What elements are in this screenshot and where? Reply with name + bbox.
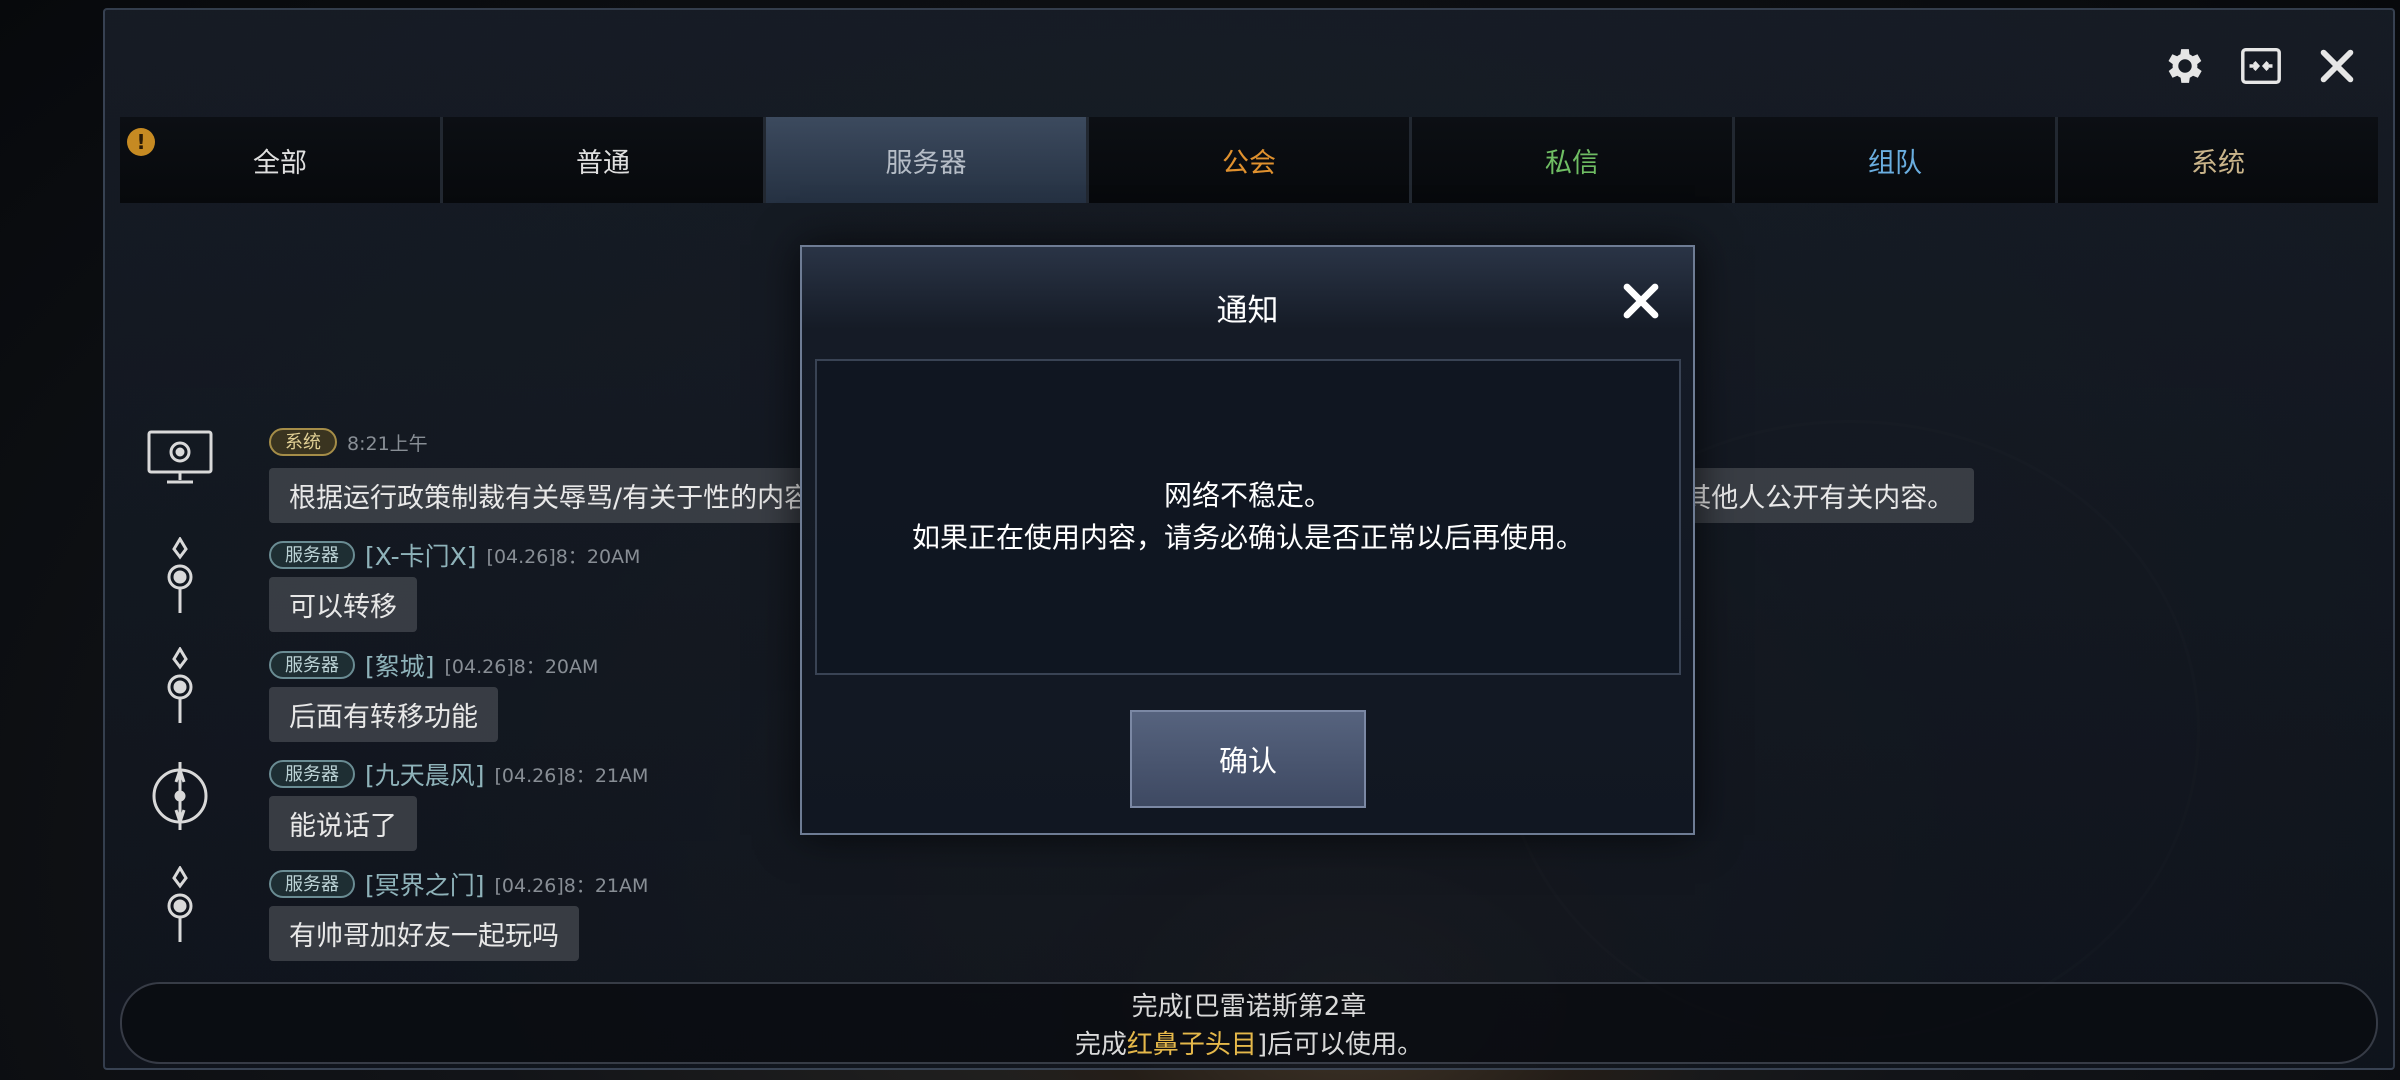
game-screen: 全部 普通 服务器 公会 私信 组队 系统 ! 系统 8:21上午 根据运行政策… [0,0,2400,1080]
system-badge: 系统 [269,428,337,456]
notice-prefix: 完成 [1074,1030,1127,1060]
close-icon[interactable] [2311,40,2363,92]
notice-suffix: ]后可以使用。 [1256,1030,1424,1060]
emblem-icon [145,646,215,727]
dialog-message-line-1: 网络不稳定。 [1163,479,1332,512]
tab-guild[interactable]: 公会 [1089,117,1412,203]
dialog-message-line-2: 如果正在使用内容，请务必确认是否正常以后再使用。 [911,521,1584,554]
message-text: 可以转移 [269,577,417,632]
tab-all[interactable]: 全部 [120,117,443,203]
alert-badge: ! [127,128,155,156]
monitor-icon [145,428,215,508]
emblem-icon [145,536,215,617]
notification-dialog: 通知 网络不稳定。 如果正在使用内容，请务必确认是否正常以后再使用。 确认 [800,245,1695,835]
sender-name[interactable]: [絮城] [365,647,435,683]
notice-line-2: 完成红鼻子头目]后可以使用。 [122,1026,2376,1064]
chat-input-locked-notice: 完成[巴雷诺斯第2章 完成红鼻子头目]后可以使用。 [120,982,2378,1064]
tab-server[interactable]: 服务器 [766,117,1089,203]
dialog-body: 网络不稳定。 如果正在使用内容，请务必确认是否正常以后再使用。 [815,359,1681,675]
collapse-icon[interactable] [2235,40,2287,92]
sender-name[interactable]: [冥界之门] [365,866,485,902]
message-text: 能说话了 [269,796,417,851]
confirm-button[interactable]: 确认 [1130,710,1366,808]
tab-private[interactable]: 私信 [1412,117,1735,203]
tab-normal[interactable]: 普通 [443,117,766,203]
server-badge: 服务器 [269,651,355,679]
sender-name[interactable]: [X-卡门X] [365,537,477,573]
message-time: [04.26]8：20AM [444,655,599,678]
message-text: 后面有转移功能 [269,687,498,742]
message-time: 8:21上午 [347,432,428,455]
message-time: [04.26]8：20AM [486,545,641,568]
channel-tabs: 全部 普通 服务器 公会 私信 组队 系统 [120,117,2378,203]
gear-icon[interactable] [2159,40,2211,92]
dialog-close-icon[interactable] [1617,277,1665,325]
server-badge: 服务器 [269,870,355,898]
notice-line-1: 完成[巴雷诺斯第2章 [1131,992,1367,1022]
notice-highlight: 红鼻子头目 [1126,1030,1257,1060]
server-badge: 服务器 [269,541,355,569]
tab-party[interactable]: 组队 [1735,117,2058,203]
emblem-icon [145,865,215,946]
message-time: [04.26]8：21AM [494,764,649,787]
panel-toolbar [2159,40,2363,92]
message-time: [04.26]8：21AM [494,874,649,897]
sender-name[interactable]: [九天晨风] [365,756,485,792]
compass-icon [145,756,215,836]
server-badge: 服务器 [269,760,355,788]
dialog-title: 通知 [1216,293,1279,329]
message-text: 有帅哥加好友一起玩吗 [269,906,579,961]
tab-system[interactable]: 系统 [2058,117,2378,203]
